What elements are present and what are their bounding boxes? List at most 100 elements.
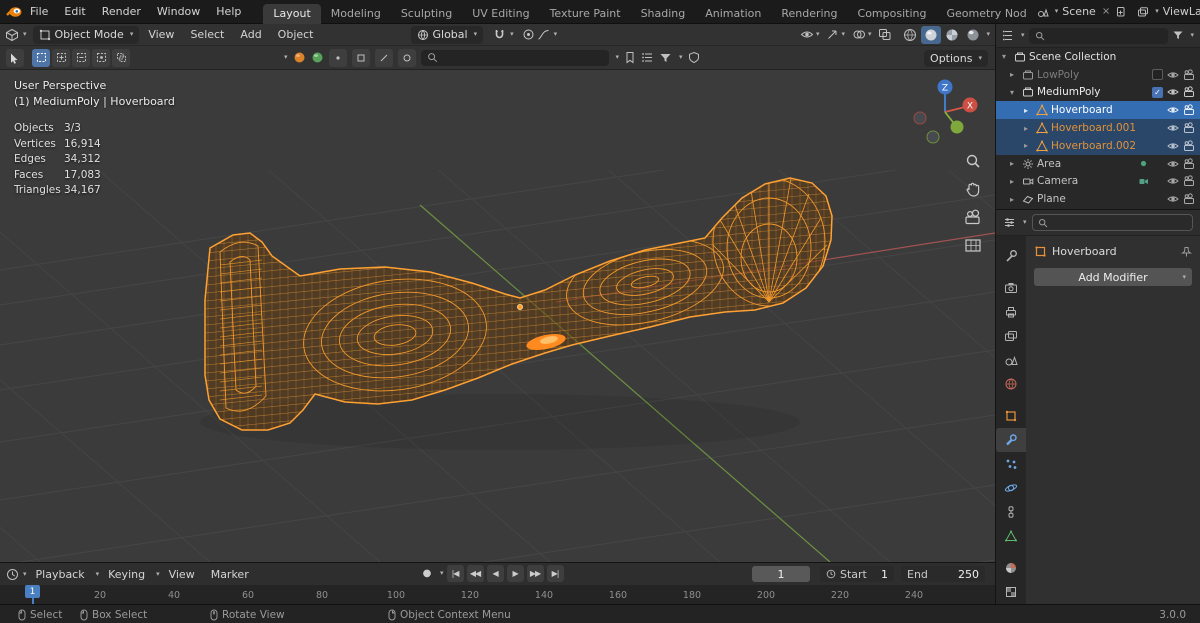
hide-eye-icon[interactable] [1167, 193, 1179, 205]
tab-layout[interactable]: Layout [263, 3, 321, 24]
disclosure-icon[interactable]: ▾ [1002, 52, 1011, 61]
disclosure-icon[interactable]: ▾ [1010, 88, 1019, 97]
timeline-ruler[interactable]: 20 40 60 80 100 120 140 160 180 200 220 … [0, 585, 995, 605]
tab-uv-editing[interactable]: UV Editing [462, 4, 539, 24]
outliner-row-lowpoly[interactable]: ▸ LowPoly [996, 66, 1200, 84]
tab-material-icon[interactable] [996, 556, 1026, 580]
light-data-icon[interactable] [1138, 158, 1149, 169]
blender-logo-icon[interactable] [6, 5, 22, 19]
pan-hand-icon[interactable] [963, 180, 983, 200]
select-mode-new-icon[interactable] [32, 48, 50, 67]
menu-help[interactable]: Help [208, 0, 249, 24]
snap-option-button-3[interactable] [374, 48, 393, 67]
menu-render[interactable]: Render [94, 0, 149, 24]
menu-view[interactable]: View [141, 28, 181, 41]
disable-render-camera-icon[interactable] [1183, 122, 1195, 134]
auto-key-chevron-icon[interactable]: ▾ [440, 570, 444, 577]
scene-chevron-icon[interactable]: ▾ [1055, 8, 1059, 15]
camera-data-icon[interactable] [1138, 176, 1149, 187]
menu-window[interactable]: Window [149, 0, 208, 24]
outliner-row-hoverboard[interactable]: ▸ Hoverboard [996, 101, 1200, 120]
outliner-row-camera[interactable]: ▸ Camera [996, 173, 1200, 191]
select-mode-invert-icon[interactable] [92, 48, 110, 67]
mode-selector[interactable]: Object Mode ▾ [32, 25, 140, 44]
tab-output-icon[interactable] [996, 300, 1026, 324]
select-mode-extend-icon[interactable] [52, 48, 70, 67]
tab-scene-icon[interactable] [996, 348, 1026, 372]
menu-file[interactable]: File [22, 0, 56, 24]
tab-object-icon[interactable] [996, 404, 1026, 428]
viewlayer-chevron-icon[interactable]: ▾ [1155, 8, 1159, 15]
previous-keyframe-button[interactable]: ◀◀ [466, 565, 484, 582]
gizmo-toggle-icon[interactable] [826, 28, 839, 41]
collection-checkbox[interactable] [1152, 69, 1163, 81]
editor-type-chevron-icon[interactable]: ▾ [23, 31, 27, 38]
snap-option-button-1[interactable] [328, 48, 347, 67]
timeline-editor-icon[interactable] [6, 568, 19, 581]
properties-editor-icon[interactable] [1003, 216, 1016, 229]
transform-orientation-selector[interactable]: Global ▾ [410, 25, 484, 44]
shield-icon[interactable] [688, 51, 700, 64]
outliner-row-hoverboard-001[interactable]: ▸ Hoverboard.001 [996, 119, 1200, 137]
green-sphere-icon[interactable] [311, 51, 324, 64]
tab-tool-icon[interactable] [996, 244, 1026, 268]
gizmo-chevron-icon[interactable]: ▾ [841, 31, 845, 38]
pin-icon[interactable] [1181, 246, 1192, 258]
snap-option-button-4[interactable] [397, 48, 416, 67]
tab-modeling[interactable]: Modeling [321, 4, 391, 24]
disclosure-icon[interactable]: ▸ [1010, 195, 1019, 204]
disclosure-icon[interactable]: ▸ [1024, 141, 1033, 150]
search-chevron-icon[interactable]: ▾ [616, 54, 620, 61]
orange-sphere-icon[interactable] [293, 51, 306, 64]
tab-geometry-nodes[interactable]: Geometry Nod [936, 4, 1036, 24]
menu-add[interactable]: Add [233, 28, 268, 41]
disable-render-camera-icon[interactable] [1183, 175, 1195, 187]
tab-view-layer-icon[interactable] [996, 324, 1026, 348]
timeline-editor-chevron-icon[interactable]: ▾ [23, 570, 27, 578]
disclosure-icon[interactable]: ▸ [1010, 177, 1019, 186]
play-reverse-button[interactable]: ◀ [486, 565, 504, 582]
viewlayer-name[interactable]: ViewLayer [1163, 5, 1200, 18]
outliner-row-mediumpoly[interactable]: ▾ MediumPoly ✓ [996, 84, 1200, 102]
jump-to-start-button[interactable]: |◀ [446, 565, 464, 582]
disable-render-camera-icon[interactable] [1183, 158, 1195, 170]
tool-options-chevron-icon[interactable]: ▾ [284, 54, 288, 61]
disable-render-camera-icon[interactable] [1183, 104, 1195, 116]
menu-select[interactable]: Select [183, 28, 231, 41]
visibility-chevron-icon[interactable]: ▾ [816, 31, 820, 38]
disable-render-camera-icon[interactable] [1183, 193, 1195, 205]
breadcrumb-object-name[interactable]: Hoverboard [1052, 245, 1117, 258]
filter-funnel-icon[interactable] [659, 52, 672, 64]
select-mode-subtract-icon[interactable] [72, 48, 90, 67]
tab-world-icon[interactable] [996, 372, 1026, 396]
shading-chevron-icon[interactable]: ▾ [986, 31, 990, 38]
active-tool-icon[interactable] [6, 48, 24, 67]
scene-icon[interactable] [1037, 6, 1049, 18]
tab-render-icon[interactable] [996, 276, 1026, 300]
zoom-tool-icon[interactable] [963, 152, 983, 172]
proportional-edit-icon[interactable] [522, 28, 535, 41]
snap-magnet-icon[interactable] [493, 28, 506, 41]
hide-eye-icon[interactable] [1167, 122, 1179, 134]
tab-texture-icon[interactable] [996, 580, 1026, 604]
outliner-search-input[interactable] [1028, 27, 1169, 44]
bookmark-icon[interactable] [624, 51, 636, 64]
tab-object-data-icon[interactable] [996, 524, 1026, 548]
next-keyframe-button[interactable]: ▶▶ [526, 565, 544, 582]
menu-marker[interactable]: Marker [204, 568, 256, 581]
visibility-eye-icon[interactable] [800, 28, 814, 41]
tab-animation[interactable]: Animation [695, 4, 771, 24]
editor-type-icon[interactable] [5, 28, 19, 42]
disable-render-camera-icon[interactable] [1183, 69, 1195, 81]
tab-shading[interactable]: Shading [631, 4, 696, 24]
menu-edit[interactable]: Edit [56, 0, 93, 24]
properties-search-input[interactable] [1031, 214, 1193, 231]
outliner-row-plane[interactable]: ▸ Plane [996, 190, 1200, 208]
tab-sculpting[interactable]: Sculpting [391, 4, 462, 24]
disclosure-icon[interactable]: ▸ [1010, 159, 1019, 168]
navigation-gizmo[interactable]: Z X [912, 76, 982, 146]
shading-solid-icon[interactable] [921, 25, 942, 44]
tab-constraints-icon[interactable] [996, 500, 1026, 524]
properties-editor-chevron-icon[interactable]: ▾ [1023, 219, 1027, 226]
options-button[interactable]: Options ▾ [924, 50, 988, 67]
